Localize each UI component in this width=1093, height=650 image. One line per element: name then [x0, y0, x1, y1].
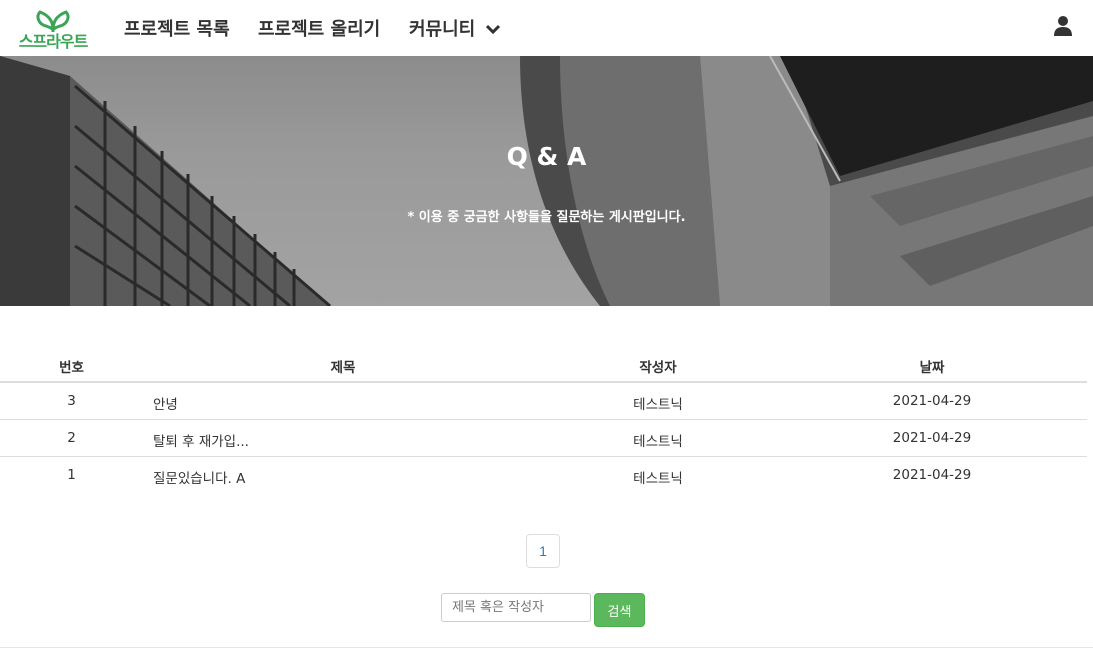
- table-row[interactable]: 1 질문있습니다. A 테스트닉 2021-04-29: [0, 457, 1087, 494]
- search-input[interactable]: [441, 593, 591, 622]
- page-subtitle: * 이용 중 궁금한 사항들을 질문하는 게시판입니다.: [407, 210, 686, 225]
- navbar: 스프라우트 프로젝트 목록 프로젝트 올리기 커뮤니티: [0, 0, 1093, 56]
- row-num: 2: [67, 430, 76, 446]
- nav-item-community-label: 커뮤니티: [409, 19, 476, 40]
- row-date: 2021-04-29: [892, 467, 972, 483]
- table-header-row: 번호 제목 작성자 날짜: [0, 346, 1087, 383]
- row-date: 2021-04-29: [892, 393, 972, 409]
- nav-item-project-list[interactable]: 프로젝트 목록: [124, 15, 230, 41]
- row-num: 1: [67, 467, 76, 483]
- header-num: 번호: [59, 360, 84, 376]
- table-row[interactable]: 2 탈퇴 후 재가입... 테스트닉 2021-04-29: [0, 420, 1087, 457]
- row-num: 3: [67, 393, 76, 409]
- page-title: Q & A: [506, 142, 587, 171]
- row-title-link[interactable]: 안녕: [153, 393, 178, 413]
- row-title-link[interactable]: 탈퇴 후 재가입...: [153, 430, 249, 450]
- search-button[interactable]: 검색: [594, 593, 645, 627]
- row-title-link[interactable]: 질문있습니다. A: [153, 467, 245, 487]
- header-author: 작성자: [639, 360, 677, 376]
- building-background-image: [0, 56, 1093, 306]
- pagination-page-1[interactable]: 1: [526, 534, 560, 568]
- nav-item-project-upload[interactable]: 프로젝트 올리기: [258, 15, 380, 41]
- row-author: 테스트닉: [633, 434, 683, 450]
- header-date: 날짜: [919, 360, 945, 376]
- hero-banner: Q & A * 이용 중 궁금한 사항들을 질문하는 게시판입니다.: [0, 56, 1093, 306]
- nav-item-community[interactable]: 커뮤니티: [409, 15, 500, 41]
- logo-text: 스프라우트: [18, 32, 89, 51]
- logo[interactable]: 스프라우트: [10, 8, 96, 51]
- footer-divider: [0, 647, 1093, 648]
- qna-table: 번호 제목 작성자 날짜 3 안녕 테스트닉 2021-04-29 2 탈퇴 후…: [0, 346, 1087, 494]
- row-author: 테스트닉: [633, 397, 683, 413]
- row-author: 테스트닉: [633, 471, 683, 487]
- row-date: 2021-04-29: [892, 430, 972, 446]
- table-row[interactable]: 3 안녕 테스트닉 2021-04-29: [0, 383, 1087, 420]
- chevron-down-icon: [485, 19, 500, 40]
- header-title: 제목: [330, 360, 356, 376]
- user-icon[interactable]: [1053, 15, 1073, 37]
